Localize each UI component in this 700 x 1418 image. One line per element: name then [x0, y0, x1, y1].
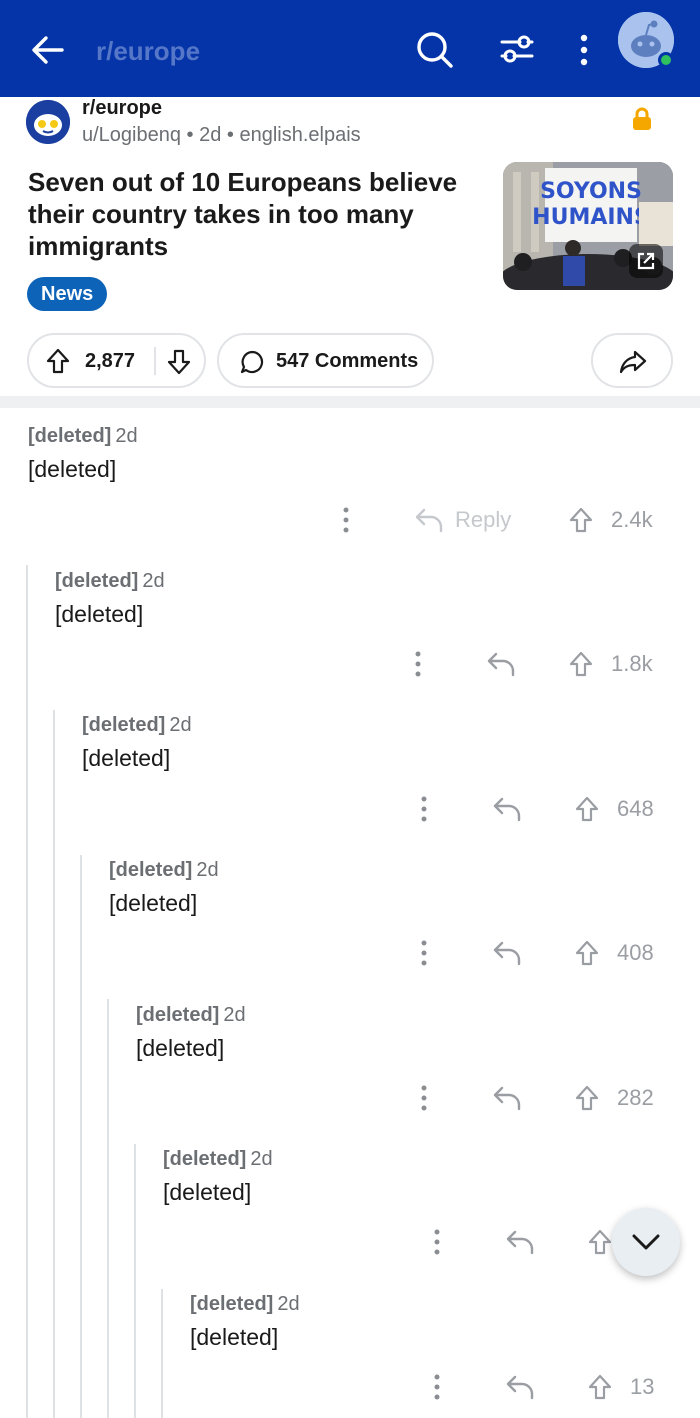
- thread-line: [26, 565, 28, 1418]
- more-vertical-icon[interactable]: [419, 939, 429, 967]
- chevron-down-icon: [632, 1234, 660, 1250]
- downvote-icon[interactable]: [166, 348, 192, 376]
- reply-button[interactable]: Reply: [455, 507, 511, 533]
- comment-time: 2d: [250, 1148, 273, 1170]
- share-icon: [619, 350, 647, 374]
- comment-time: 2d: [223, 1004, 246, 1026]
- comment: [deleted] 2d [deleted]: [190, 1293, 300, 1351]
- comment: [deleted] 2d [deleted]: [28, 425, 138, 483]
- upvote-icon[interactable]: [568, 650, 594, 678]
- vote-divider: [154, 347, 156, 375]
- comment-score: 408: [617, 940, 654, 965]
- thread-line: [134, 1144, 136, 1418]
- comment-icon: [240, 350, 264, 374]
- subreddit-icon[interactable]: [26, 100, 70, 144]
- reply-icon[interactable]: [505, 1373, 535, 1401]
- post-flair[interactable]: News: [27, 277, 108, 311]
- reply-icon[interactable]: [492, 1084, 522, 1112]
- search-icon[interactable]: [413, 28, 455, 70]
- reply-icon[interactable]: [486, 650, 516, 678]
- comment-author[interactable]: [deleted]: [136, 1004, 219, 1026]
- comment-author[interactable]: [deleted]: [163, 1148, 246, 1170]
- svg-text:SOYONS: SOYONS: [540, 179, 642, 204]
- vote-pill: 2,877: [27, 333, 206, 388]
- comment-body: [deleted]: [136, 1035, 225, 1061]
- comment-score: 2.4k: [611, 507, 653, 532]
- share-button[interactable]: [591, 333, 673, 388]
- subreddit-title[interactable]: r/europe: [96, 36, 200, 67]
- comment-score: 13: [630, 1374, 655, 1399]
- comment-score: 648: [617, 796, 654, 821]
- reply-icon[interactable]: [492, 939, 522, 967]
- filter-icon[interactable]: [496, 28, 538, 70]
- comments-count: 547 Comments: [276, 350, 419, 372]
- comment-body: [deleted]: [190, 1324, 279, 1350]
- comment-author[interactable]: [deleted]: [28, 425, 111, 447]
- thread-line: [80, 855, 82, 1418]
- upvote-icon[interactable]: [45, 347, 71, 375]
- thread-line: [161, 1289, 163, 1418]
- more-vertical-icon[interactable]: [432, 1373, 442, 1401]
- comment-time: 2d: [169, 714, 192, 736]
- back-arrow-icon[interactable]: [28, 30, 68, 70]
- comment-score: 282: [617, 1085, 654, 1110]
- comment-body: [deleted]: [109, 890, 198, 916]
- comment-time: 2d: [196, 859, 219, 881]
- comment-author[interactable]: [deleted]: [82, 714, 165, 736]
- more-vertical-icon[interactable]: [570, 30, 598, 70]
- post-score: 2,877: [85, 350, 136, 372]
- comment-author[interactable]: [deleted]: [55, 570, 138, 592]
- upvote-icon[interactable]: [568, 506, 594, 534]
- jump-next-comment-button[interactable]: [612, 1208, 680, 1276]
- section-separator: [0, 396, 700, 408]
- comment: [deleted] 2d [deleted]: [136, 1004, 246, 1062]
- comment-body: [deleted]: [55, 601, 144, 627]
- comment-score: 1.8k: [611, 651, 653, 676]
- upvote-icon[interactable]: [587, 1373, 613, 1401]
- comment-time: 2d: [142, 570, 165, 592]
- svg-text:HUMAINS: HUMAINS: [532, 205, 650, 230]
- post-title[interactable]: Seven out of 10 Europeans believe their …: [28, 166, 488, 262]
- thread-line: [107, 999, 109, 1418]
- more-vertical-icon[interactable]: [432, 1228, 442, 1256]
- post-meta: u/Logibenq • 2d • english.elpais: [82, 124, 361, 146]
- comment-author[interactable]: [deleted]: [190, 1293, 273, 1315]
- more-vertical-icon[interactable]: [419, 1084, 429, 1112]
- comment-time: 2d: [277, 1293, 300, 1315]
- more-vertical-icon[interactable]: [341, 506, 351, 534]
- thread-line: [53, 710, 55, 1418]
- comment-time: 2d: [115, 425, 138, 447]
- comment: [deleted] 2d [deleted]: [82, 714, 192, 772]
- reply-icon[interactable]: [505, 1228, 535, 1256]
- upvote-icon[interactable]: [587, 1228, 613, 1256]
- comment: [deleted] 2d [deleted]: [109, 859, 219, 917]
- comment-body: [deleted]: [82, 745, 171, 771]
- comment-author[interactable]: [deleted]: [109, 859, 192, 881]
- top-app-bar: r/europe: [0, 0, 700, 97]
- more-vertical-icon[interactable]: [413, 650, 423, 678]
- post-subreddit-name[interactable]: r/europe: [82, 97, 162, 120]
- reply-icon[interactable]: [492, 795, 522, 823]
- external-link-icon[interactable]: [629, 244, 663, 278]
- comment-body: [deleted]: [28, 456, 117, 482]
- comments-button[interactable]: 547 Comments: [217, 333, 434, 388]
- upvote-icon[interactable]: [574, 795, 600, 823]
- upvote-icon[interactable]: [574, 1084, 600, 1112]
- post-thumbnail[interactable]: SOYONS HUMAINS: [503, 162, 673, 290]
- comment-body: [deleted]: [163, 1179, 252, 1205]
- upvote-icon[interactable]: [574, 939, 600, 967]
- online-status-dot: [658, 52, 674, 68]
- reply-icon[interactable]: [414, 506, 444, 534]
- comment: [deleted] 2d [deleted]: [163, 1148, 273, 1206]
- more-vertical-icon[interactable]: [419, 795, 429, 823]
- lock-icon: [633, 107, 651, 130]
- comment: [deleted] 2d [deleted]: [55, 570, 165, 628]
